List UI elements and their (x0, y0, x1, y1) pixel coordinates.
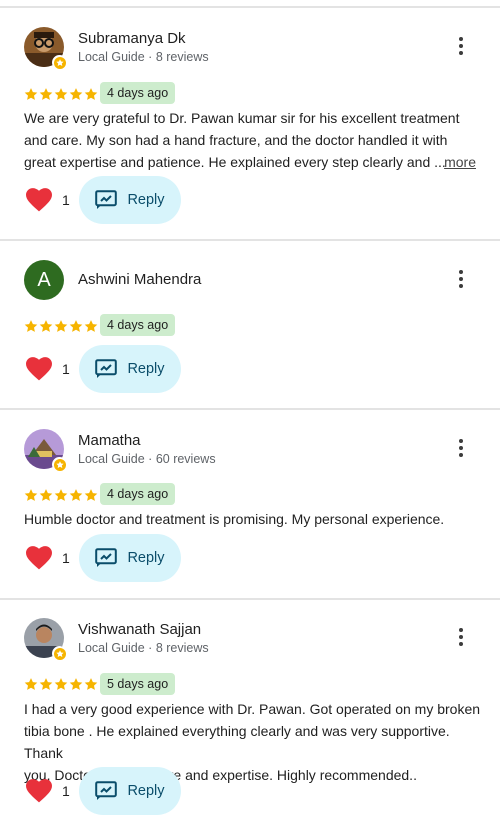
star-rating (24, 319, 98, 333)
star-icon (24, 678, 38, 690)
reviewer-meta: Local Guide · 60 reviews (78, 452, 216, 466)
avatar[interactable] (24, 429, 67, 472)
kebab-menu-icon[interactable] (454, 439, 468, 459)
star-icon (39, 678, 53, 690)
like-count: 1 (62, 783, 70, 799)
local-guide-badge-icon (52, 457, 67, 472)
reply-button[interactable]: Reply (79, 345, 181, 393)
heart-icon[interactable] (26, 779, 52, 803)
star-icon (24, 489, 38, 501)
like-count: 1 (62, 192, 70, 208)
star-rating (24, 677, 98, 691)
reviewer-name[interactable]: Ashwini Mahendra (78, 271, 201, 288)
local-guide-badge-icon (52, 646, 67, 661)
avatar[interactable] (24, 618, 67, 661)
star-icon (39, 320, 53, 332)
reviewer-name[interactable]: Vishwanath Sajjan (78, 621, 201, 638)
like-count: 1 (62, 550, 70, 566)
top-divider (0, 6, 500, 8)
review-text-line: great expertise and patience. He explain… (24, 154, 446, 170)
review-divider (0, 239, 500, 241)
avatar[interactable] (24, 27, 67, 70)
avatar[interactable]: A (24, 260, 64, 300)
reviewer-name[interactable]: Mamatha (78, 432, 141, 449)
reply-button[interactable]: Reply (79, 534, 181, 582)
reply-button[interactable]: Reply (79, 767, 181, 815)
reply-icon (95, 781, 118, 800)
heart-icon[interactable] (26, 357, 52, 381)
reply-label: Reply (127, 550, 165, 566)
star-icon (69, 320, 83, 332)
star-icon (84, 678, 98, 690)
review-date: 4 days ago (100, 82, 176, 104)
kebab-menu-icon[interactable] (454, 37, 468, 57)
review-text-line: tibia bone . He explained everything cle… (24, 723, 450, 761)
star-icon (54, 678, 68, 690)
reply-icon (95, 548, 118, 567)
review-text-line: Humble doctor and treatment is promising… (24, 511, 445, 527)
star-icon (39, 88, 53, 100)
star-icon (69, 489, 83, 501)
reply-icon (95, 190, 118, 209)
star-icon (39, 489, 53, 501)
review-text-line: I had a very good experience with Dr. Pa… (24, 701, 481, 717)
star-icon (69, 88, 83, 100)
star-icon (24, 320, 38, 332)
reply-label: Reply (127, 192, 165, 208)
heart-icon[interactable] (26, 546, 52, 570)
star-icon (54, 88, 68, 100)
more-link[interactable]: more (444, 154, 476, 170)
review-divider (0, 408, 500, 410)
review-date: 4 days ago (100, 314, 176, 336)
star-rating (24, 87, 98, 101)
local-guide-badge-icon (52, 55, 67, 70)
star-rating (24, 488, 98, 502)
star-icon (84, 88, 98, 100)
reviewer-meta: Local Guide · 8 reviews (78, 50, 209, 64)
star-icon (24, 88, 38, 100)
reviewer-meta: Local Guide · 8 reviews (78, 641, 209, 655)
reviewer-name[interactable]: Subramanya Dk (78, 30, 186, 47)
star-icon (84, 489, 98, 501)
review-text: We are very grateful to Dr. Pawan kumar … (24, 107, 484, 173)
kebab-menu-icon[interactable] (454, 270, 468, 290)
reply-icon (95, 359, 118, 378)
star-icon (69, 678, 83, 690)
kebab-menu-icon[interactable] (454, 628, 468, 648)
star-icon (84, 320, 98, 332)
reply-label: Reply (127, 783, 165, 799)
reply-label: Reply (127, 361, 165, 377)
avatar-letter: A (24, 260, 64, 300)
review-date: 5 days ago (100, 673, 176, 695)
reply-button[interactable]: Reply (79, 176, 181, 224)
heart-icon[interactable] (26, 188, 52, 212)
review-date: 4 days ago (100, 483, 176, 505)
review-divider (0, 598, 500, 600)
like-count: 1 (62, 361, 70, 377)
star-icon (54, 489, 68, 501)
review-text: Humble doctor and treatment is promising… (24, 508, 484, 530)
review-text-line: We are very grateful to Dr. Pawan kumar … (24, 110, 460, 126)
review-text-line: and care. My son had a hand fracture, an… (24, 132, 448, 148)
star-icon (54, 320, 68, 332)
